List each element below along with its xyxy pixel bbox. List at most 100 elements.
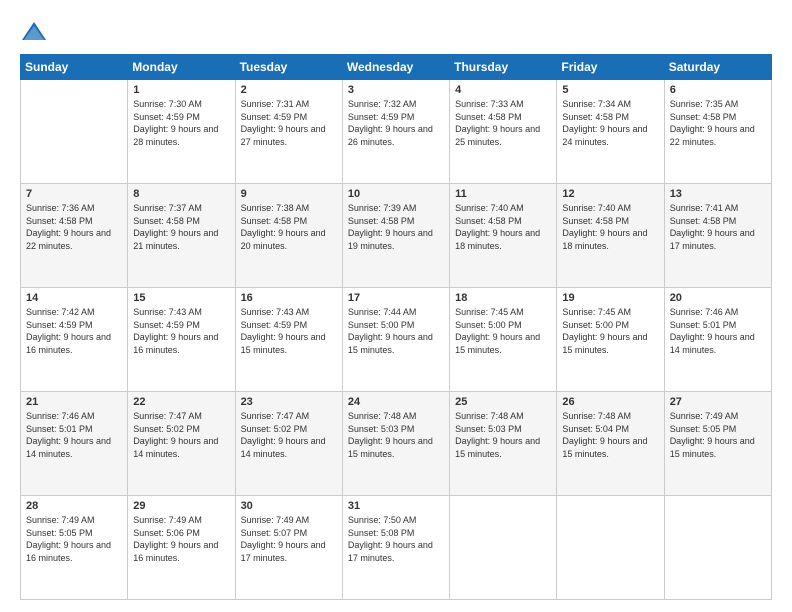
day-info: Sunrise: 7:47 AMSunset: 5:02 PMDaylight:…	[133, 410, 229, 460]
day-number: 5	[562, 84, 658, 96]
day-number: 1	[133, 84, 229, 96]
calendar-cell: 18 Sunrise: 7:45 AMSunset: 5:00 PMDaylig…	[450, 288, 557, 392]
day-info: Sunrise: 7:48 AMSunset: 5:04 PMDaylight:…	[562, 410, 658, 460]
calendar-cell: 14 Sunrise: 7:42 AMSunset: 4:59 PMDaylig…	[21, 288, 128, 392]
calendar-week-row: 1 Sunrise: 7:30 AMSunset: 4:59 PMDayligh…	[21, 80, 772, 184]
day-number: 19	[562, 292, 658, 304]
day-number: 6	[670, 84, 766, 96]
col-header-friday: Friday	[557, 55, 664, 80]
calendar-cell: 29 Sunrise: 7:49 AMSunset: 5:06 PMDaylig…	[128, 496, 235, 600]
calendar-cell: 5 Sunrise: 7:34 AMSunset: 4:58 PMDayligh…	[557, 80, 664, 184]
day-info: Sunrise: 7:50 AMSunset: 5:08 PMDaylight:…	[348, 514, 444, 564]
day-number: 12	[562, 188, 658, 200]
col-header-thursday: Thursday	[450, 55, 557, 80]
day-number: 21	[26, 396, 122, 408]
calendar-cell: 11 Sunrise: 7:40 AMSunset: 4:58 PMDaylig…	[450, 184, 557, 288]
calendar-cell: 6 Sunrise: 7:35 AMSunset: 4:58 PMDayligh…	[664, 80, 771, 184]
day-number: 30	[241, 500, 337, 512]
day-info: Sunrise: 7:40 AMSunset: 4:58 PMDaylight:…	[562, 202, 658, 252]
day-info: Sunrise: 7:40 AMSunset: 4:58 PMDaylight:…	[455, 202, 551, 252]
calendar-page: SundayMondayTuesdayWednesdayThursdayFrid…	[0, 0, 792, 612]
day-info: Sunrise: 7:37 AMSunset: 4:58 PMDaylight:…	[133, 202, 229, 252]
day-number: 13	[670, 188, 766, 200]
day-info: Sunrise: 7:43 AMSunset: 4:59 PMDaylight:…	[133, 306, 229, 356]
day-number: 31	[348, 500, 444, 512]
calendar-cell: 21 Sunrise: 7:46 AMSunset: 5:01 PMDaylig…	[21, 392, 128, 496]
col-header-wednesday: Wednesday	[342, 55, 449, 80]
day-info: Sunrise: 7:45 AMSunset: 5:00 PMDaylight:…	[562, 306, 658, 356]
calendar-table: SundayMondayTuesdayWednesdayThursdayFrid…	[20, 54, 772, 600]
day-info: Sunrise: 7:49 AMSunset: 5:05 PMDaylight:…	[670, 410, 766, 460]
calendar-cell: 20 Sunrise: 7:46 AMSunset: 5:01 PMDaylig…	[664, 288, 771, 392]
calendar-week-row: 28 Sunrise: 7:49 AMSunset: 5:05 PMDaylig…	[21, 496, 772, 600]
day-info: Sunrise: 7:49 AMSunset: 5:05 PMDaylight:…	[26, 514, 122, 564]
day-info: Sunrise: 7:45 AMSunset: 5:00 PMDaylight:…	[455, 306, 551, 356]
calendar-cell: 27 Sunrise: 7:49 AMSunset: 5:05 PMDaylig…	[664, 392, 771, 496]
day-number: 8	[133, 188, 229, 200]
day-number: 24	[348, 396, 444, 408]
day-info: Sunrise: 7:49 AMSunset: 5:07 PMDaylight:…	[241, 514, 337, 564]
calendar-cell: 9 Sunrise: 7:38 AMSunset: 4:58 PMDayligh…	[235, 184, 342, 288]
day-info: Sunrise: 7:32 AMSunset: 4:59 PMDaylight:…	[348, 98, 444, 148]
calendar-cell: 13 Sunrise: 7:41 AMSunset: 4:58 PMDaylig…	[664, 184, 771, 288]
day-number: 16	[241, 292, 337, 304]
day-number: 11	[455, 188, 551, 200]
logo-icon	[20, 18, 48, 46]
day-number: 20	[670, 292, 766, 304]
calendar-cell: 10 Sunrise: 7:39 AMSunset: 4:58 PMDaylig…	[342, 184, 449, 288]
day-info: Sunrise: 7:33 AMSunset: 4:58 PMDaylight:…	[455, 98, 551, 148]
day-info: Sunrise: 7:48 AMSunset: 5:03 PMDaylight:…	[348, 410, 444, 460]
day-number: 15	[133, 292, 229, 304]
calendar-cell: 17 Sunrise: 7:44 AMSunset: 5:00 PMDaylig…	[342, 288, 449, 392]
day-info: Sunrise: 7:47 AMSunset: 5:02 PMDaylight:…	[241, 410, 337, 460]
day-number: 10	[348, 188, 444, 200]
day-info: Sunrise: 7:49 AMSunset: 5:06 PMDaylight:…	[133, 514, 229, 564]
day-number: 7	[26, 188, 122, 200]
calendar-cell	[664, 496, 771, 600]
day-number: 14	[26, 292, 122, 304]
calendar-cell: 24 Sunrise: 7:48 AMSunset: 5:03 PMDaylig…	[342, 392, 449, 496]
col-header-monday: Monday	[128, 55, 235, 80]
day-number: 3	[348, 84, 444, 96]
day-number: 9	[241, 188, 337, 200]
calendar-cell: 8 Sunrise: 7:37 AMSunset: 4:58 PMDayligh…	[128, 184, 235, 288]
calendar-cell: 1 Sunrise: 7:30 AMSunset: 4:59 PMDayligh…	[128, 80, 235, 184]
day-info: Sunrise: 7:34 AMSunset: 4:58 PMDaylight:…	[562, 98, 658, 148]
day-info: Sunrise: 7:43 AMSunset: 4:59 PMDaylight:…	[241, 306, 337, 356]
calendar-cell: 25 Sunrise: 7:48 AMSunset: 5:03 PMDaylig…	[450, 392, 557, 496]
col-header-sunday: Sunday	[21, 55, 128, 80]
calendar-cell: 7 Sunrise: 7:36 AMSunset: 4:58 PMDayligh…	[21, 184, 128, 288]
calendar-cell	[21, 80, 128, 184]
col-header-tuesday: Tuesday	[235, 55, 342, 80]
calendar-cell: 22 Sunrise: 7:47 AMSunset: 5:02 PMDaylig…	[128, 392, 235, 496]
day-info: Sunrise: 7:44 AMSunset: 5:00 PMDaylight:…	[348, 306, 444, 356]
calendar-cell: 23 Sunrise: 7:47 AMSunset: 5:02 PMDaylig…	[235, 392, 342, 496]
day-info: Sunrise: 7:41 AMSunset: 4:58 PMDaylight:…	[670, 202, 766, 252]
calendar-cell: 26 Sunrise: 7:48 AMSunset: 5:04 PMDaylig…	[557, 392, 664, 496]
calendar-cell: 4 Sunrise: 7:33 AMSunset: 4:58 PMDayligh…	[450, 80, 557, 184]
day-number: 18	[455, 292, 551, 304]
calendar-header-row: SundayMondayTuesdayWednesdayThursdayFrid…	[21, 55, 772, 80]
day-number: 23	[241, 396, 337, 408]
day-number: 29	[133, 500, 229, 512]
calendar-cell	[450, 496, 557, 600]
day-number: 27	[670, 396, 766, 408]
col-header-saturday: Saturday	[664, 55, 771, 80]
calendar-week-row: 14 Sunrise: 7:42 AMSunset: 4:59 PMDaylig…	[21, 288, 772, 392]
day-info: Sunrise: 7:46 AMSunset: 5:01 PMDaylight:…	[26, 410, 122, 460]
calendar-week-row: 7 Sunrise: 7:36 AMSunset: 4:58 PMDayligh…	[21, 184, 772, 288]
day-number: 4	[455, 84, 551, 96]
day-number: 2	[241, 84, 337, 96]
logo	[20, 18, 52, 46]
calendar-cell: 30 Sunrise: 7:49 AMSunset: 5:07 PMDaylig…	[235, 496, 342, 600]
day-info: Sunrise: 7:35 AMSunset: 4:58 PMDaylight:…	[670, 98, 766, 148]
calendar-week-row: 21 Sunrise: 7:46 AMSunset: 5:01 PMDaylig…	[21, 392, 772, 496]
day-number: 28	[26, 500, 122, 512]
day-info: Sunrise: 7:31 AMSunset: 4:59 PMDaylight:…	[241, 98, 337, 148]
calendar-cell: 19 Sunrise: 7:45 AMSunset: 5:00 PMDaylig…	[557, 288, 664, 392]
calendar-cell: 31 Sunrise: 7:50 AMSunset: 5:08 PMDaylig…	[342, 496, 449, 600]
day-info: Sunrise: 7:38 AMSunset: 4:58 PMDaylight:…	[241, 202, 337, 252]
calendar-cell: 12 Sunrise: 7:40 AMSunset: 4:58 PMDaylig…	[557, 184, 664, 288]
header	[20, 18, 772, 46]
day-info: Sunrise: 7:46 AMSunset: 5:01 PMDaylight:…	[670, 306, 766, 356]
